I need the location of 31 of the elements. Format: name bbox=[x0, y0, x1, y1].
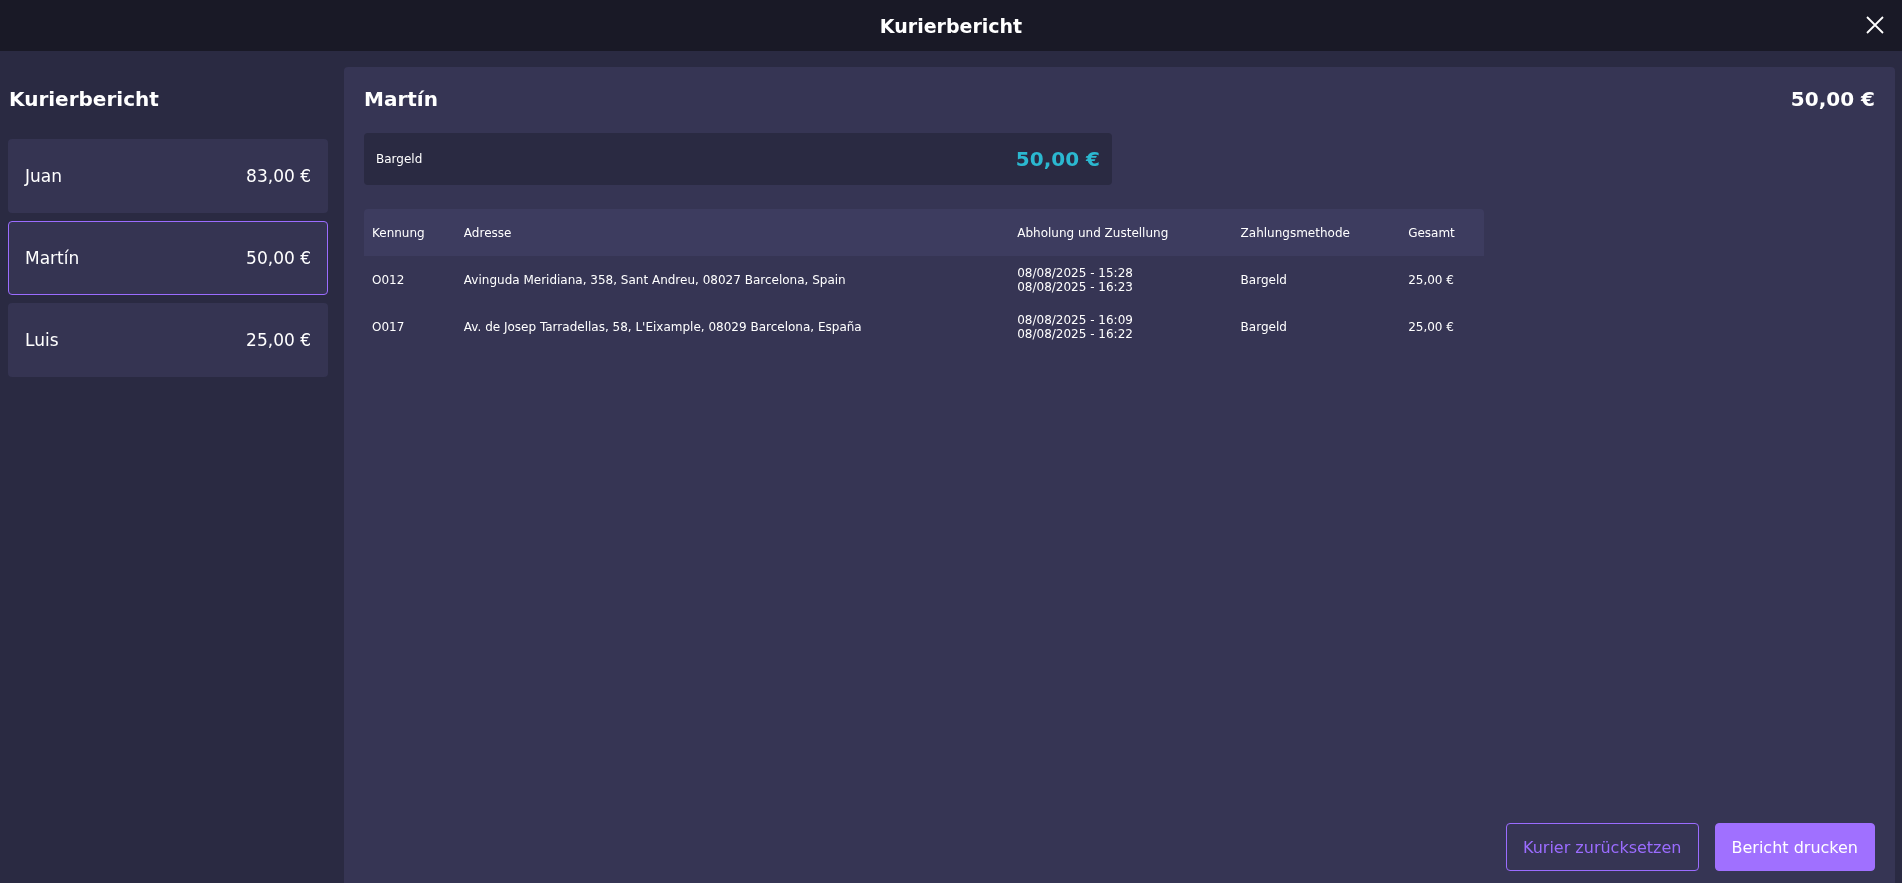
payment-method: Bargeld bbox=[376, 152, 423, 166]
column-header: Gesamt bbox=[1400, 209, 1484, 256]
table-cell-text: 25,00 € bbox=[1407, 318, 1455, 336]
courier-name: Juan bbox=[25, 166, 62, 186]
courier-heading: Martín bbox=[364, 87, 438, 111]
table-cell: O012 bbox=[364, 256, 456, 303]
table-cell: 08/08/2025 - 15:28 08/08/2025 - 16:23 bbox=[1009, 256, 1233, 303]
courier-total: 83,00 € bbox=[246, 166, 311, 186]
table-cell: 25,00 € bbox=[1400, 256, 1484, 303]
courier-name: Martín bbox=[25, 248, 80, 268]
payment-amount: 50,00 € bbox=[1015, 147, 1100, 171]
sidebar-title: Kurierbericht bbox=[9, 87, 160, 111]
table-cell-text: O017 bbox=[371, 318, 406, 336]
courier-name: Luis bbox=[25, 330, 59, 350]
table-cell-text: 08/08/2025 - 16:09 08/08/2025 - 16:22 bbox=[1016, 311, 1134, 343]
close-icon[interactable] bbox=[1864, 14, 1886, 36]
column-header: Adresse bbox=[455, 209, 1010, 256]
report-total: 50,00 € bbox=[1790, 87, 1875, 111]
table-cell-text: Av. de Josep Tarradellas, 58, L'Eixample, 08029 Barcelona, España bbox=[462, 318, 863, 336]
table-cell: Avinguda Meridiana, 358, Sant Andreu, 08027 Barcelona, Spain bbox=[455, 256, 1010, 303]
table-cell-text: Bargeld bbox=[1239, 318, 1288, 336]
courier-total: 25,00 € bbox=[246, 330, 311, 350]
table-cell: Bargeld bbox=[1232, 256, 1401, 303]
courier-total: 50,00 € bbox=[246, 248, 311, 268]
courier-item[interactable]: Martín 50,00 € bbox=[8, 221, 328, 295]
courier-item[interactable]: Luis 25,00 € bbox=[8, 303, 328, 377]
column-header: Zahlungsmethode bbox=[1232, 209, 1401, 256]
column-header: Abholung und Zustellung bbox=[1009, 209, 1233, 256]
column-header: Kennung bbox=[364, 209, 456, 256]
window-title: Kurierbericht bbox=[879, 14, 1023, 37]
courier-item[interactable]: Juan 83,00 € bbox=[8, 139, 328, 213]
